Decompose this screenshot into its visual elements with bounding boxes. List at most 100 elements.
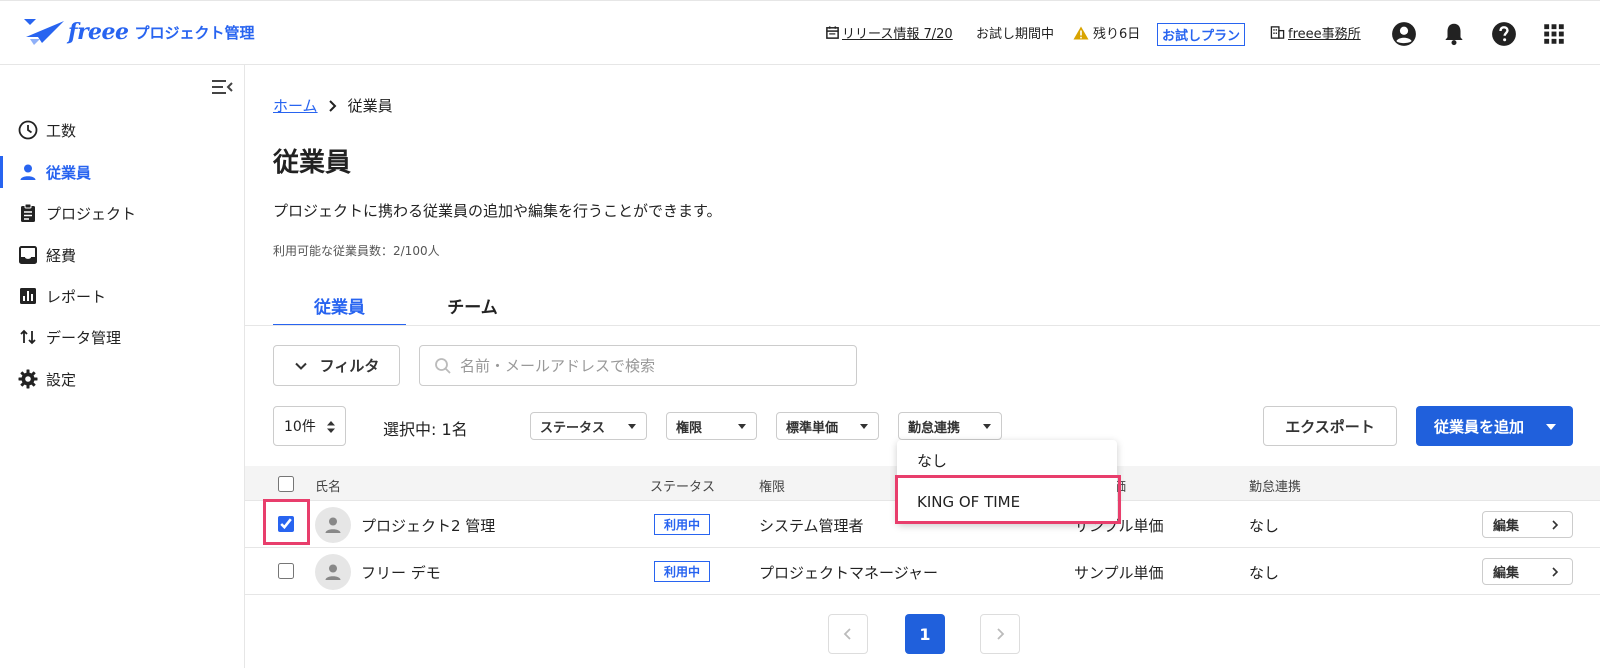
status-badge: 利用中 [654,514,711,535]
sidebar-item-expenses[interactable]: 経費 [0,235,244,275]
bell-icon[interactable] [1441,21,1467,47]
pagination-next-button[interactable] [980,614,1020,654]
tabs-divider [245,325,1600,326]
search-input[interactable] [460,356,840,375]
row-checkbox[interactable] [278,563,294,579]
chip-label: 権限 [676,420,703,436]
edit-button[interactable]: 編集 [1482,558,1573,585]
breadcrumb-home-link[interactable]: ホーム [273,95,318,116]
chip-label: 標準単価 [786,420,839,436]
release-info-link[interactable]: リリース情報 7/20 [825,23,953,42]
sidebar-item-reports[interactable]: レポート [0,276,244,316]
edit-label: 編集 [1493,566,1520,581]
sidebar-item-label: データ管理 [46,328,122,347]
breadcrumb: ホーム 従業員 [273,95,393,116]
pagination-page-current[interactable]: 1 [905,614,945,654]
remaining-days: 残り6日 [1073,23,1140,42]
sidebar: 工数 従業員 プロジェクト 経費 レポート データ管理 設定 [0,65,245,668]
rate-filter-chip[interactable]: 標準単価 [776,412,879,440]
add-employee-button[interactable]: 従業員を追加 [1416,406,1573,446]
chip-label: ステータス [540,420,606,436]
page-description: プロジェクトに携わる従業員の追加や編集を行うことができます。 [273,202,722,220]
per-page-select[interactable]: 10件 [273,406,346,446]
apps-grid-icon[interactable] [1541,21,1567,47]
sidebar-item-data-management[interactable]: データ管理 [0,317,244,357]
caret-down-icon [1546,424,1556,430]
filter-button-label: フィルタ [319,357,380,375]
clock-icon [18,120,38,140]
release-info-label: リリース情報 7/20 [842,27,953,42]
option-highlight-box [895,475,1121,524]
pagination-prev-button[interactable] [828,614,868,654]
calendar-icon [826,26,839,39]
chevron-right-icon [328,99,336,112]
chevron-right-icon [1552,520,1559,530]
sidebar-item-label: 工数 [46,121,77,140]
per-page-value: 10件 [284,419,316,435]
employee-rate: サンプル単価 [1074,564,1164,582]
avatar [315,507,351,543]
help-icon[interactable] [1491,21,1517,47]
sidebar-item-settings[interactable]: 設定 [0,359,244,399]
column-header-attendance: 勤怠連携 [1249,480,1302,495]
export-button[interactable]: エクスポート [1263,406,1397,446]
sidebar-item-projects[interactable]: プロジェクト [0,193,244,233]
person-icon [20,164,36,180]
select-all-checkbox[interactable] [278,476,294,492]
employee-attendance: なし [1249,517,1280,535]
chevron-right-icon [1552,567,1559,577]
dropdown-option-none[interactable]: なし [897,440,1117,480]
employee-count: 利用可能な従業員数：2/100人 [273,244,440,258]
employee-role: プロジェクトマネージャー [759,564,938,582]
sidebar-item-label: プロジェクト [46,204,137,223]
sidebar-item-label: 設定 [46,370,77,389]
collapse-sidebar-icon[interactable] [210,77,234,97]
building-icon [1270,26,1285,39]
chip-label: 勤怠連携 [908,420,961,436]
plan-badge[interactable]: お試しプラン [1157,23,1246,46]
edit-label: 編集 [1493,519,1520,534]
logo[interactable]: freee プロジェクト管理 [22,15,255,49]
brand-name: freee [68,19,129,45]
status-filter-chip[interactable]: ステータス [530,412,647,440]
employee-name: プロジェクト2 管理 [361,517,496,535]
trial-status: お試し期間中 [976,27,1055,42]
chevron-down-icon [294,362,307,370]
sidebar-item-label: 従業員 [46,163,92,182]
sidebar-item-label: レポート [46,287,107,306]
employee-name: フリー デモ [361,564,441,582]
employee-attendance: なし [1249,564,1280,582]
caret-down-icon [860,424,868,429]
role-filter-chip[interactable]: 権限 [666,412,757,440]
office-link[interactable]: freee事務所 [1270,23,1361,42]
warning-icon [1073,26,1089,39]
status-badge: 利用中 [654,561,711,582]
account-icon[interactable] [1391,21,1417,47]
filter-button[interactable]: フィルタ [273,345,400,386]
caret-down-icon [738,424,746,429]
edit-button[interactable]: 編集 [1482,511,1573,538]
sidebar-item-employees[interactable]: 従業員 [0,152,244,192]
tab-employees[interactable]: 従業員 [273,293,406,326]
column-header-role: 権限 [759,480,786,495]
table-row: フリー デモ 利用中 プロジェクトマネージャー サンプル単価 なし 編集 [245,548,1600,595]
sidebar-item-man-hours[interactable]: 工数 [0,110,244,150]
caret-down-icon [628,424,636,429]
remaining-days-label: 残り6日 [1093,27,1141,42]
sort-arrows-icon [327,421,335,433]
gear-icon [18,369,38,389]
avatar [315,554,351,590]
chevron-left-icon [843,628,851,640]
attendance-filter-chip[interactable]: 勤怠連携 [898,412,1002,440]
clipboard-icon [21,203,35,222]
app-header: freee プロジェクト管理 リリース情報 7/20 お試し期間中 残り6日 お… [0,0,1600,65]
column-header-name: 氏名 [315,480,342,495]
sidebar-item-label: 経費 [46,246,77,265]
office-label: freee事務所 [1288,27,1361,42]
employee-role: システム管理者 [759,517,864,535]
inbox-icon [19,246,37,264]
add-employee-label: 従業員を追加 [1434,417,1525,436]
caret-down-icon [983,424,991,429]
chevron-right-icon [997,628,1005,640]
tab-teams[interactable]: チーム [406,293,539,326]
